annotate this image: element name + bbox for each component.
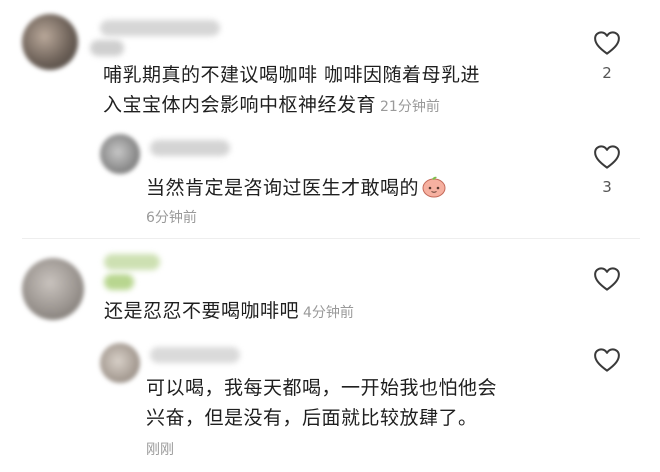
comment-2: 还是忍忍不要喝咖啡吧 4分钟前 — [0, 240, 660, 335]
username-redacted[interactable] — [104, 254, 160, 270]
username-redacted[interactable] — [100, 20, 220, 36]
comment-1: 哺乳期真的不建议喝咖啡 咖啡因随着母乳进 入宝宝体内会影响中枢神经发育 21分钟前… — [0, 0, 660, 130]
comment-time: 21分钟前 — [380, 99, 440, 115]
username-redacted — [104, 274, 134, 290]
comment-text[interactable]: 当然肯定是咨询过医生才敢喝的 — [146, 173, 566, 203]
comment-text-line: 兴奋，但是没有，后面就比较放肆了。 — [146, 407, 478, 429]
comment-text-line: 还是忍忍不要喝咖啡吧 — [104, 300, 300, 322]
heart-outline-icon[interactable] — [592, 142, 622, 172]
comment-text-line: 可以喝，我每天都喝，一开始我也怕他会 — [146, 377, 498, 399]
username-redacted[interactable] — [150, 347, 240, 363]
comment-text[interactable]: 还是忍忍不要喝咖啡吧 4分钟前 — [104, 296, 564, 328]
comment-text-line: 当然肯定是咨询过医生才敢喝的 — [146, 177, 420, 199]
comment-text[interactable]: 可以喝，我每天都喝，一开始我也怕他会 兴奋，但是没有，后面就比较放肆了。 — [146, 373, 576, 433]
avatar[interactable] — [22, 258, 84, 320]
comment-text-line: 入宝宝体内会影响中枢神经发育 — [103, 94, 377, 116]
username-redacted — [90, 40, 124, 56]
divider — [22, 238, 640, 239]
comment-text-line: 哺乳期真的不建议喝咖啡 咖啡因随着母乳进 — [103, 64, 481, 86]
peach-face-emoji-icon — [422, 176, 446, 198]
heart-outline-icon[interactable] — [592, 264, 622, 294]
like-count: 2 — [602, 64, 612, 82]
avatar[interactable] — [100, 134, 140, 174]
avatar[interactable] — [22, 14, 78, 70]
comment-time: 6分钟前 — [146, 210, 197, 226]
like-count: 3 — [602, 178, 612, 196]
avatar[interactable] — [100, 343, 140, 383]
comment-reply-1: 当然肯定是咨询过医生才敢喝的 6分钟前 3 — [0, 130, 660, 235]
comment-reply-2: 可以喝，我每天都喝，一开始我也怕他会 兴奋，但是没有，后面就比较放肆了。 刚刚 — [0, 335, 660, 472]
comment-time: 刚刚 — [146, 442, 174, 458]
username-redacted[interactable] — [150, 140, 230, 156]
comment-text[interactable]: 哺乳期真的不建议喝咖啡 咖啡因随着母乳进 入宝宝体内会影响中枢神经发育 21分钟前 — [103, 60, 583, 122]
heart-outline-icon[interactable] — [592, 28, 622, 58]
heart-outline-icon[interactable] — [592, 345, 622, 375]
comment-time: 4分钟前 — [303, 305, 354, 321]
